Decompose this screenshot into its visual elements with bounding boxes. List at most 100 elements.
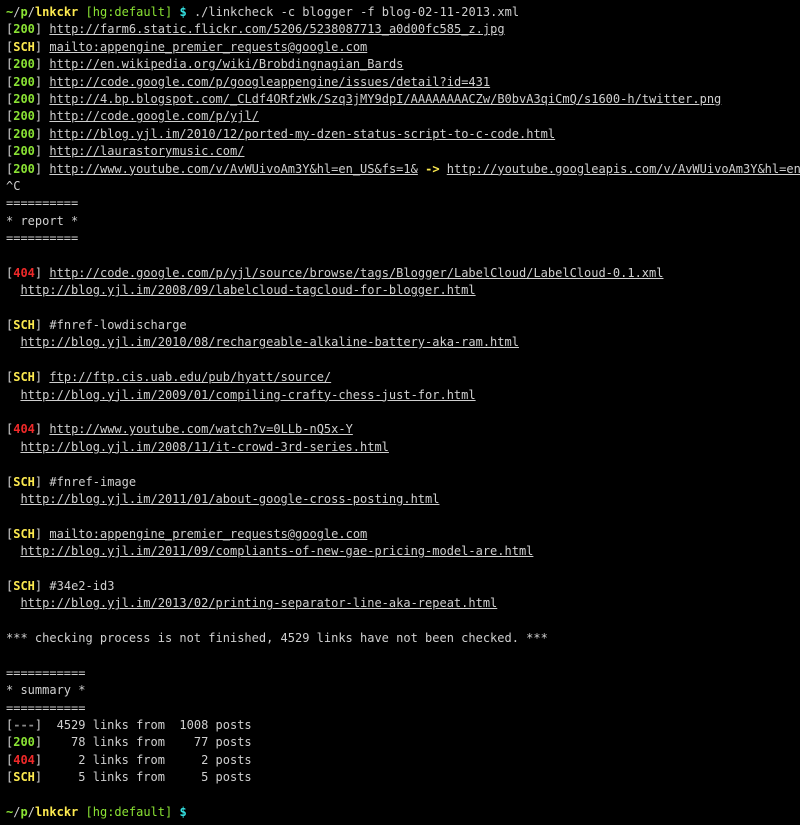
report-ref-line: http://blog.yjl.im/2011/01/about-google-…: [6, 491, 794, 508]
prompt-line-end[interactable]: ~/p/lnkckr [hg:default] $: [6, 804, 794, 821]
link-line: [200] http://code.google.com/p/googleapp…: [6, 74, 794, 91]
prompt-hg: [hg:default]: [86, 5, 173, 19]
status-code: 200: [13, 75, 35, 89]
report-url-text: http://www.youtube.com/watch?v=0LLb-nQ5x…: [49, 422, 352, 436]
report-ref-line: http://blog.yjl.im/2009/01/compiling-cra…: [6, 387, 794, 404]
prompt-sep: /: [13, 805, 20, 819]
report-line: [404] http://www.youtube.com/watch?v=0LL…: [6, 421, 794, 438]
summary-links-count: 78: [49, 734, 85, 751]
posts-label: posts: [208, 735, 251, 749]
prompt-sep2: /: [28, 805, 35, 819]
link-line: [SCH] mailto:appengine_premier_requests@…: [6, 39, 794, 56]
url-text: http://farm6.static.flickr.com/5206/5238…: [49, 22, 504, 36]
status-code: SCH: [13, 318, 35, 332]
prompt-sep2: /: [28, 5, 35, 19]
prompt-hg: [hg:default]: [86, 805, 173, 819]
report-label: * report *: [6, 213, 794, 230]
posts-label: posts: [208, 718, 251, 732]
links-from-label: links from: [86, 735, 173, 749]
status-code: 200: [13, 92, 35, 106]
report-url-text: #fnref-image: [49, 475, 136, 489]
report-url-text: #fnref-lowdischarge: [49, 318, 186, 332]
summary-links-count: 2: [49, 752, 85, 769]
status-code: 200: [13, 144, 35, 158]
status-code: SCH: [13, 475, 35, 489]
status-code: 404: [13, 422, 35, 436]
report-ref-line: http://blog.yjl.im/2008/11/it-crowd-3rd-…: [6, 439, 794, 456]
url-text: http://laurastorymusic.com/: [49, 144, 244, 158]
ctrl-c: ^C: [6, 178, 794, 195]
summary-code: 404: [13, 753, 35, 767]
report-url-text: #34e2-id3: [49, 579, 114, 593]
link-line: [200] http://blog.yjl.im/2010/12/ported-…: [6, 126, 794, 143]
status-code: 200: [13, 57, 35, 71]
redirect-url-text: http://youtube.googleapis.com/v/AvWUivoA…: [447, 162, 800, 176]
report-url-text: http://code.google.com/p/yjl/source/brow…: [49, 266, 663, 280]
link-line: [200] http://4.bp.blogspot.com/_CLdf4ORf…: [6, 91, 794, 108]
posts-label: posts: [208, 753, 251, 767]
url-text: http://en.wikipedia.org/wiki/Brobdingnag…: [49, 57, 403, 71]
ref-url-text: http://blog.yjl.im/2008/11/it-crowd-3rd-…: [20, 440, 388, 454]
summary-code: ---: [13, 718, 35, 732]
report-line: [SCH] ftp://ftp.cis.uab.edu/pub/hyatt/so…: [6, 369, 794, 386]
link-line: [200] http://laurastorymusic.com/: [6, 143, 794, 160]
url-text: http://blog.yjl.im/2010/12/ported-my-dze…: [49, 127, 555, 141]
report-line: [SCH] #fnref-image: [6, 474, 794, 491]
unfinished-message: *** checking process is not finished, 45…: [6, 630, 794, 647]
report-line: [SCH] #fnref-lowdischarge: [6, 317, 794, 334]
summary-label: * summary *: [6, 682, 794, 699]
prompt-dollar: $: [179, 5, 186, 19]
link-line: [200] http://www.youtube.com/v/AvWUivoAm…: [6, 161, 794, 178]
prompt-dir1: p: [20, 805, 27, 819]
links-from-label: links from: [86, 770, 173, 784]
status-code: 200: [13, 22, 35, 36]
summary-posts-count: 1008: [172, 717, 208, 734]
summary-sep-bottom: ===========: [6, 700, 794, 717]
url-text: http://code.google.com/p/googleappengine…: [49, 75, 490, 89]
report-ref-line: http://blog.yjl.im/2011/09/compliants-of…: [6, 543, 794, 560]
url-text: mailto:appengine_premier_requests@google…: [49, 40, 367, 54]
report-line: [SCH] mailto:appengine_premier_requests@…: [6, 526, 794, 543]
status-code: SCH: [13, 527, 35, 541]
prompt-tilde: ~: [6, 805, 13, 819]
status-code: SCH: [13, 40, 35, 54]
url-text: http://4.bp.blogspot.com/_CLdf4ORfzWk/Sz…: [49, 92, 721, 106]
summary-links-count: 5: [49, 769, 85, 786]
summary-code: SCH: [13, 770, 35, 784]
summary-posts-count: 2: [172, 752, 208, 769]
ref-url-text: http://blog.yjl.im/2011/09/compliants-of…: [20, 544, 533, 558]
report-sep-bottom: ==========: [6, 230, 794, 247]
ref-url-text: http://blog.yjl.im/2010/08/rechargeable-…: [20, 335, 519, 349]
summary-row: [200] 78 links from 77 posts: [6, 734, 794, 751]
ref-url-text: http://blog.yjl.im/2008/09/labelcloud-ta…: [20, 283, 475, 297]
prompt-dir1: p: [20, 5, 27, 19]
ref-url-text: http://blog.yjl.im/2009/01/compiling-cra…: [20, 388, 475, 402]
links-from-label: links from: [86, 753, 173, 767]
status-code: 200: [13, 162, 35, 176]
report-url-text: mailto:appengine_premier_requests@google…: [49, 527, 367, 541]
report-sep-top: ==========: [6, 195, 794, 212]
prompt-dollar: $: [179, 805, 186, 819]
report-ref-line: http://blog.yjl.im/2010/08/rechargeable-…: [6, 334, 794, 351]
link-line: [200] http://farm6.static.flickr.com/520…: [6, 21, 794, 38]
link-line: [200] http://code.google.com/p/yjl/: [6, 108, 794, 125]
prompt-dir2: lnkckr: [35, 805, 78, 819]
status-code: SCH: [13, 579, 35, 593]
report-line: [404] http://code.google.com/p/yjl/sourc…: [6, 265, 794, 282]
summary-code: 200: [13, 735, 35, 749]
summary-sep-top: ===========: [6, 665, 794, 682]
links-from-label: links from: [86, 718, 173, 732]
summary-links-count: 4529: [49, 717, 85, 734]
summary-row: [404] 2 links from 2 posts: [6, 752, 794, 769]
report-line: [SCH] #34e2-id3: [6, 578, 794, 595]
url-text: http://code.google.com/p/yjl/: [49, 109, 259, 123]
status-code: 404: [13, 266, 35, 280]
redirect-arrow-icon: ->: [425, 162, 439, 176]
report-ref-line: http://blog.yjl.im/2008/09/labelcloud-ta…: [6, 282, 794, 299]
ref-url-text: http://blog.yjl.im/2011/01/about-google-…: [20, 492, 439, 506]
summary-row: [SCH] 5 links from 5 posts: [6, 769, 794, 786]
report-ref-line: http://blog.yjl.im/2013/02/printing-sepa…: [6, 595, 794, 612]
summary-row: [---] 4529 links from 1008 posts: [6, 717, 794, 734]
report-url-text: ftp://ftp.cis.uab.edu/pub/hyatt/source/: [49, 370, 331, 384]
status-code: SCH: [13, 370, 35, 384]
